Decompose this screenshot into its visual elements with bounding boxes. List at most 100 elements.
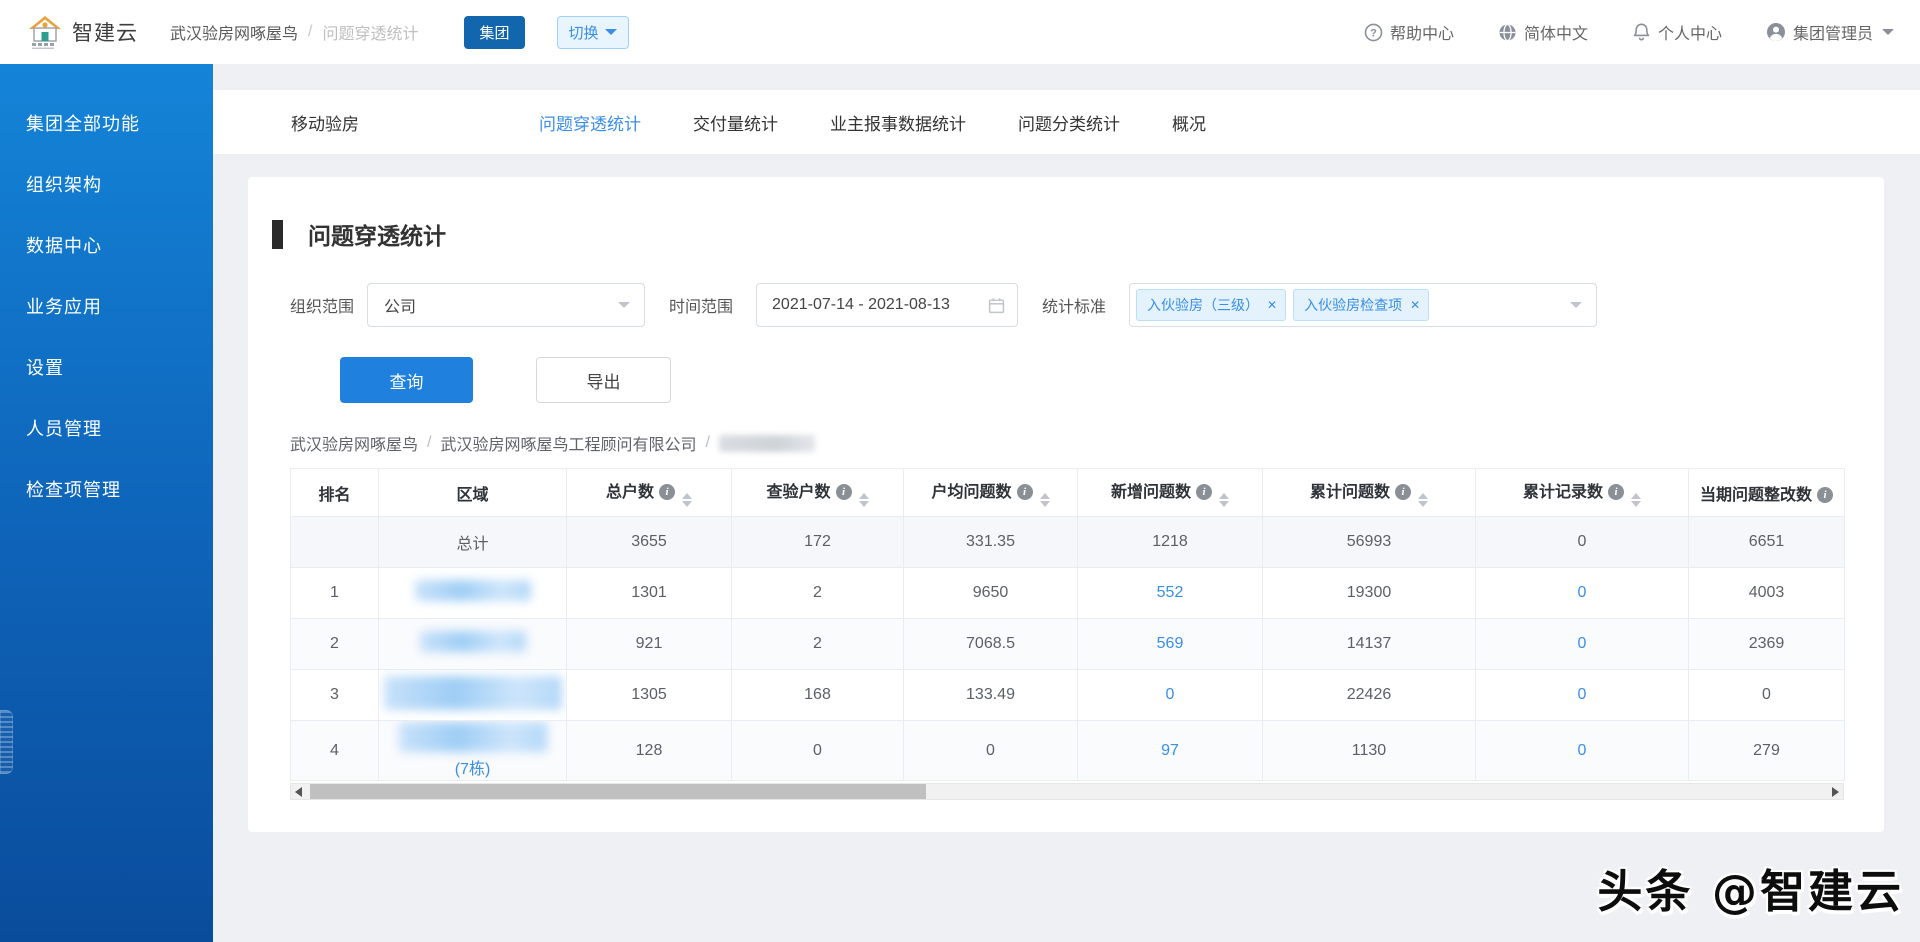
- chevron-down-icon: [1882, 29, 1894, 35]
- export-button[interactable]: 导出: [536, 357, 671, 403]
- page-title: 问题穿透统计: [308, 217, 446, 251]
- col-cumulative-problems[interactable]: 累计问题数: [1263, 469, 1476, 517]
- info-icon[interactable]: [659, 484, 675, 500]
- tab-owner-report-stats[interactable]: 业主报事数据统计: [830, 110, 966, 135]
- help-icon: ?: [1364, 23, 1383, 42]
- info-icon[interactable]: [1608, 484, 1624, 500]
- censored-region-name[interactable]: [420, 631, 526, 652]
- new-problems-link[interactable]: 97: [1078, 721, 1263, 781]
- sidebar-item-inspection-items[interactable]: 检查项管理: [0, 458, 213, 519]
- sort-icon[interactable]: [682, 493, 692, 507]
- censored-org-level-3: [719, 435, 815, 452]
- title-marker: [272, 220, 283, 249]
- tab-delivery-stats[interactable]: 交付量统计: [693, 110, 778, 135]
- col-total-units[interactable]: 总户数: [567, 469, 732, 517]
- section-label: 移动验房: [291, 110, 359, 135]
- col-inspected-units[interactable]: 查验户数: [732, 469, 904, 517]
- language-switcher[interactable]: 简体中文: [1498, 20, 1588, 44]
- help-center-link[interactable]: ? 帮助中心: [1364, 20, 1454, 44]
- records-link[interactable]: 0: [1476, 670, 1689, 721]
- info-icon[interactable]: [836, 484, 852, 500]
- records-link[interactable]: 0: [1476, 721, 1689, 781]
- query-button[interactable]: 查询: [340, 357, 473, 403]
- scroll-left-arrow-icon[interactable]: [295, 787, 302, 797]
- info-icon[interactable]: [1395, 484, 1411, 500]
- time-range-label: 时间范围: [669, 293, 733, 317]
- standard-tag: 入伙验房检查项: [1293, 289, 1429, 321]
- tab-bar: 移动验房 问题穿透统计 交付量统计 业主报事数据统计 问题分类统计 概况: [213, 90, 1920, 154]
- chevron-down-icon: [1570, 302, 1582, 308]
- sidebar-item-settings[interactable]: 设置: [0, 336, 213, 397]
- table-row: 3 1305 168 133.49 0 22426 0 0: [291, 670, 1845, 721]
- top-header: 智建云 武汉验房网啄屋鸟 / 问题穿透统计 集团 切换 ? 帮助中心 简体中文: [0, 0, 1920, 64]
- sidebar: 集团全部功能 组织架构 数据中心 业务应用 设置 人员管理 检查项管理: [0, 64, 213, 942]
- globe-icon: [1498, 23, 1517, 42]
- censored-region-name[interactable]: [399, 722, 547, 752]
- breadcrumb: 武汉验房网啄屋鸟 / 问题穿透统计: [170, 20, 418, 44]
- col-new-problems[interactable]: 新增问题数: [1078, 469, 1263, 517]
- records-link[interactable]: 0: [1476, 568, 1689, 619]
- sidebar-item-org-structure[interactable]: 组织架构: [0, 153, 213, 214]
- table-row: 1 1301 2 9650 552 19300 0 4003: [291, 568, 1845, 619]
- sort-icon[interactable]: [1040, 493, 1050, 507]
- org-level-2[interactable]: 武汉验房网啄屋鸟工程顾问有限公司: [440, 431, 696, 455]
- sort-icon[interactable]: [859, 493, 869, 507]
- breadcrumb-org[interactable]: 武汉验房网啄屋鸟: [170, 20, 298, 44]
- standard-multiselect[interactable]: 入伙验房（三级） 入伙验房检查项: [1129, 283, 1597, 327]
- region-note-link[interactable]: (7栋): [379, 755, 566, 779]
- close-icon[interactable]: [1410, 299, 1420, 311]
- col-current-rectified[interactable]: 当期问题整改数: [1689, 469, 1845, 517]
- org-level-1[interactable]: 武汉验房网啄屋鸟: [290, 431, 418, 455]
- switch-button[interactable]: 切换: [557, 16, 629, 49]
- info-icon[interactable]: [1017, 484, 1033, 500]
- new-problems-link[interactable]: 0: [1078, 670, 1263, 721]
- collapsed-panel-handle[interactable]: [0, 710, 13, 774]
- top-nav: ? 帮助中心 简体中文 个人中心 集团管理员: [1364, 20, 1894, 44]
- app-logo[interactable]: 智建云: [26, 14, 138, 50]
- sidebar-item-personnel[interactable]: 人员管理: [0, 397, 213, 458]
- close-icon[interactable]: [1267, 299, 1277, 311]
- records-link[interactable]: 0: [1476, 619, 1689, 670]
- watermark: 头条 @智建云: [1597, 855, 1904, 920]
- main-area: 移动验房 问题穿透统计 交付量统计 业主报事数据统计 问题分类统计 概况 问题穿…: [213, 64, 1920, 942]
- tab-problem-penetration-stats[interactable]: 问题穿透统计: [539, 110, 641, 135]
- personal-center-link[interactable]: 个人中心: [1632, 20, 1722, 44]
- breadcrumb-current: 问题穿透统计: [322, 20, 418, 44]
- standard-tag: 入伙验房（三级）: [1136, 289, 1286, 321]
- new-problems-link[interactable]: 569: [1078, 619, 1263, 670]
- sort-icon[interactable]: [1418, 493, 1428, 507]
- new-problems-link[interactable]: 552: [1078, 568, 1263, 619]
- info-icon[interactable]: [1196, 484, 1212, 500]
- house-logo-icon: [26, 14, 64, 50]
- calendar-icon: [988, 297, 1005, 314]
- table-row: 4 (7栋) 128 0 0 97 1130 0 279: [291, 721, 1845, 781]
- censored-region-name[interactable]: [384, 676, 562, 710]
- col-avg-problems[interactable]: 户均问题数: [904, 469, 1078, 517]
- horizontal-scrollbar[interactable]: [290, 783, 1844, 800]
- group-badge: 集团: [464, 16, 524, 49]
- tab-problem-category-stats[interactable]: 问题分类统计: [1018, 110, 1120, 135]
- info-icon[interactable]: [1817, 487, 1833, 503]
- table-row: 2 921 2 7068.5 569 14137 0 2369: [291, 619, 1845, 670]
- chevron-down-icon: [605, 29, 617, 35]
- sidebar-item-business-apps[interactable]: 业务应用: [0, 275, 213, 336]
- tab-overview[interactable]: 概况: [1172, 110, 1206, 135]
- sidebar-item-data-center[interactable]: 数据中心: [0, 214, 213, 275]
- col-cumulative-records[interactable]: 累计记录数: [1476, 469, 1689, 517]
- col-rank: 排名: [291, 469, 379, 517]
- scrollbar-thumb[interactable]: [310, 784, 926, 799]
- standard-label: 统计标准: [1042, 293, 1106, 317]
- sort-icon[interactable]: [1631, 493, 1641, 507]
- stats-table: 排名 区域 总户数 查验户数 户均问题数 新增问题数 累计问题数 累计记录数 当…: [290, 468, 1846, 800]
- bell-icon: [1632, 22, 1651, 42]
- scroll-right-arrow-icon[interactable]: [1832, 787, 1839, 797]
- sidebar-item-all-group-functions[interactable]: 集团全部功能: [0, 92, 213, 153]
- org-scope-select[interactable]: 公司: [367, 283, 645, 327]
- date-range-input[interactable]: 2021-07-14 - 2021-08-13: [756, 283, 1018, 327]
- censored-region-name[interactable]: [415, 580, 531, 601]
- table-row-total: 总计 3655 172 331.35 1218 56993 0 6651: [291, 517, 1845, 568]
- account-menu[interactable]: 集团管理员: [1766, 20, 1894, 44]
- svg-text:?: ?: [1370, 27, 1377, 39]
- table-header-row: 排名 区域 总户数 查验户数 户均问题数 新增问题数 累计问题数 累计记录数 当…: [291, 469, 1845, 517]
- sort-icon[interactable]: [1219, 493, 1229, 507]
